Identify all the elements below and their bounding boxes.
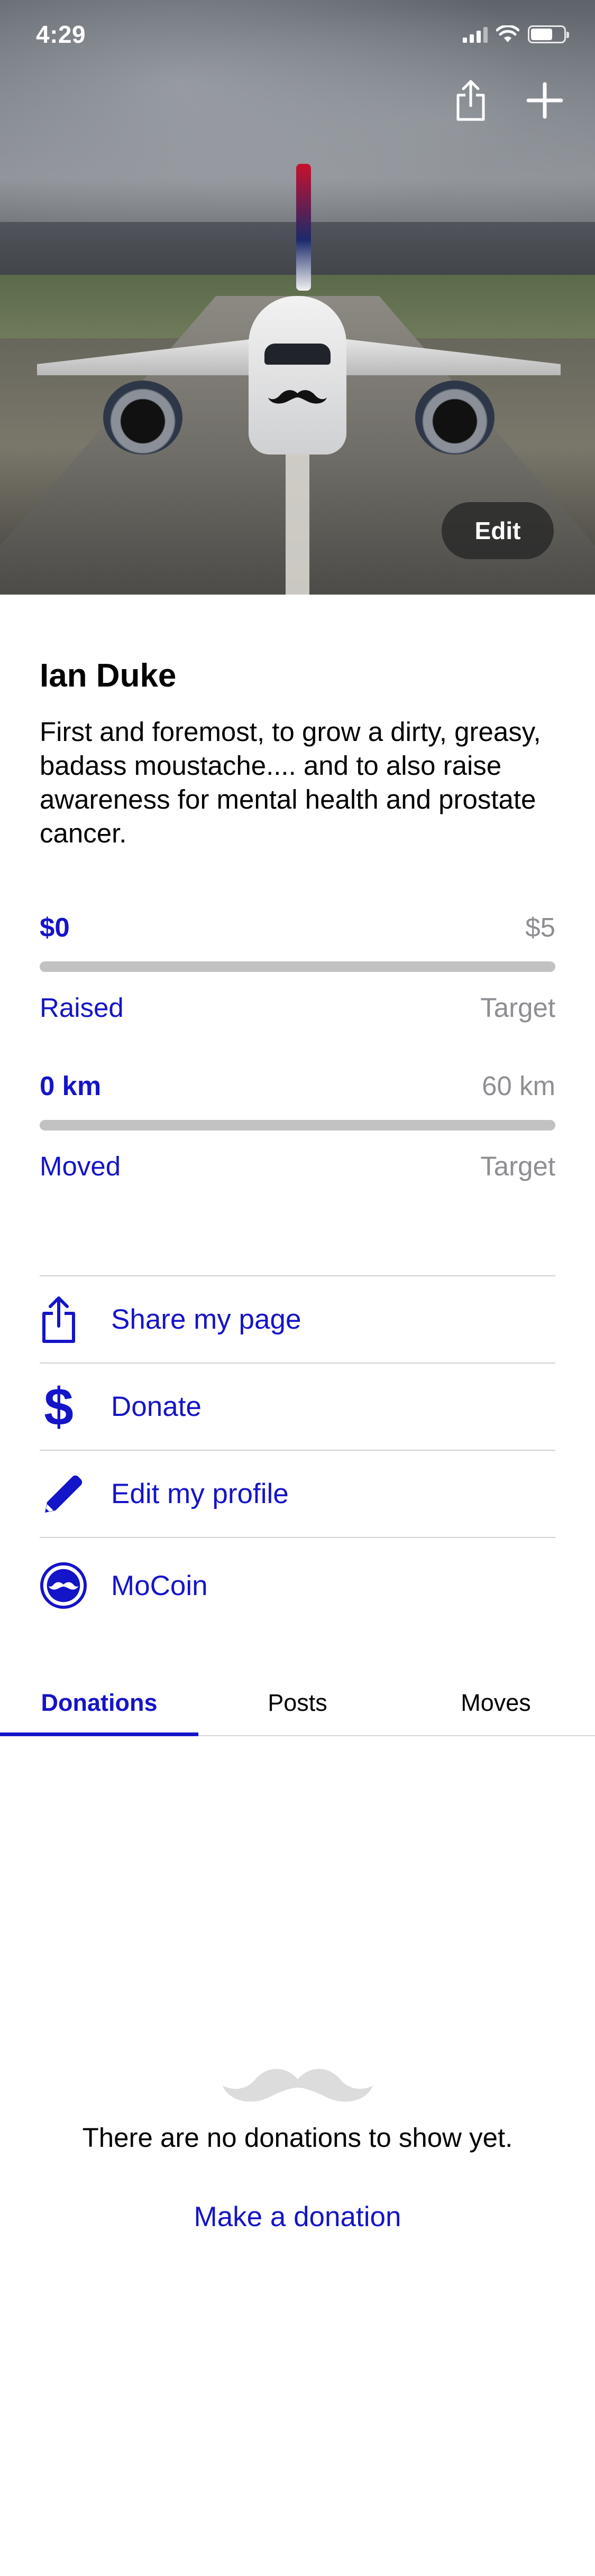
- fundraising-labels: Raised Target: [40, 992, 555, 1023]
- edit-my-profile-button[interactable]: Edit my profile: [40, 1451, 555, 1538]
- plane-tail: [296, 164, 311, 291]
- content-tabs: Donations Posts Moves: [0, 1670, 595, 1736]
- tab-posts[interactable]: Posts: [198, 1670, 397, 1735]
- target-amount: $5: [525, 912, 555, 942]
- fundraising-values: $0 $5: [40, 912, 555, 943]
- make-donation-link[interactable]: Make a donation: [194, 2201, 401, 2233]
- share-my-page-label: Share my page: [111, 1304, 301, 1335]
- svg-text:$: $: [44, 1382, 74, 1432]
- plane-left-wing: [37, 338, 259, 375]
- mocoin-button[interactable]: MoCoin: [40, 1538, 555, 1633]
- plane-right-wing: [338, 338, 561, 375]
- tab-moves[interactable]: Moves: [397, 1670, 595, 1735]
- edit-my-profile-label: Edit my profile: [111, 1478, 289, 1509]
- movement-progress-bar: [40, 1120, 555, 1131]
- plane-windshield: [264, 344, 331, 365]
- target-distance: 60 km: [482, 1071, 555, 1101]
- tab-donations[interactable]: Donations: [0, 1670, 198, 1736]
- movement-progress: 0 km 60 km Moved Target: [40, 1070, 555, 1182]
- raised-amount: $0: [40, 912, 70, 942]
- movement-labels: Moved Target: [40, 1151, 555, 1182]
- battery-icon: [528, 25, 569, 43]
- share-icon: [456, 80, 485, 121]
- status-time: 4:29: [36, 21, 86, 48]
- share-icon: [42, 1296, 75, 1343]
- status-icons: [463, 25, 569, 43]
- donate-label: Donate: [111, 1391, 202, 1422]
- dollar-icon: $: [44, 1382, 74, 1432]
- wifi-icon: [496, 25, 519, 42]
- donate-button[interactable]: $ Donate: [40, 1364, 555, 1451]
- moved-label: Moved: [40, 1151, 121, 1181]
- profile-name: Ian Duke: [40, 657, 177, 694]
- moustache-icon: [222, 2069, 373, 2102]
- plane-right-engine: [415, 381, 495, 455]
- edit-cover-button[interactable]: Edit: [442, 502, 554, 559]
- moved-distance: 0 km: [40, 1071, 102, 1101]
- cellular-signal-icon: [463, 26, 488, 43]
- mocoin-icon: [40, 1562, 87, 1609]
- fundraising-progress-bar: [40, 961, 555, 972]
- movement-values: 0 km 60 km: [40, 1070, 555, 1101]
- share-my-page-button[interactable]: Share my page: [40, 1276, 555, 1364]
- hero-actions: [450, 79, 566, 122]
- moustache-decal: [268, 390, 327, 404]
- pencil-icon: [45, 1475, 83, 1513]
- profile-bio: First and foremost, to grow a dirty, gre…: [40, 717, 541, 848]
- raised-label: Raised: [40, 993, 124, 1023]
- share-button[interactable]: [450, 79, 492, 122]
- runway-centerline: [286, 455, 309, 595]
- mocoin-label: MoCoin: [111, 1570, 208, 1601]
- plane-fuselage: [249, 296, 346, 455]
- plus-icon: [526, 82, 563, 119]
- cover-photo: 4:29 Edit: [0, 0, 595, 595]
- empty-state: There are no donations to show yet. Make…: [0, 2061, 595, 2233]
- fundraising-progress: $0 $5 Raised Target: [40, 912, 555, 1023]
- status-bar: 4:29: [0, 0, 595, 70]
- action-list: Share my page $ Donate Edit my profile M…: [40, 1275, 555, 1633]
- target-label: Target: [480, 1151, 555, 1181]
- empty-state-message: There are no donations to show yet.: [82, 2123, 513, 2153]
- plane-left-engine: [103, 381, 182, 455]
- add-button[interactable]: [524, 79, 566, 122]
- target-label: Target: [480, 993, 555, 1023]
